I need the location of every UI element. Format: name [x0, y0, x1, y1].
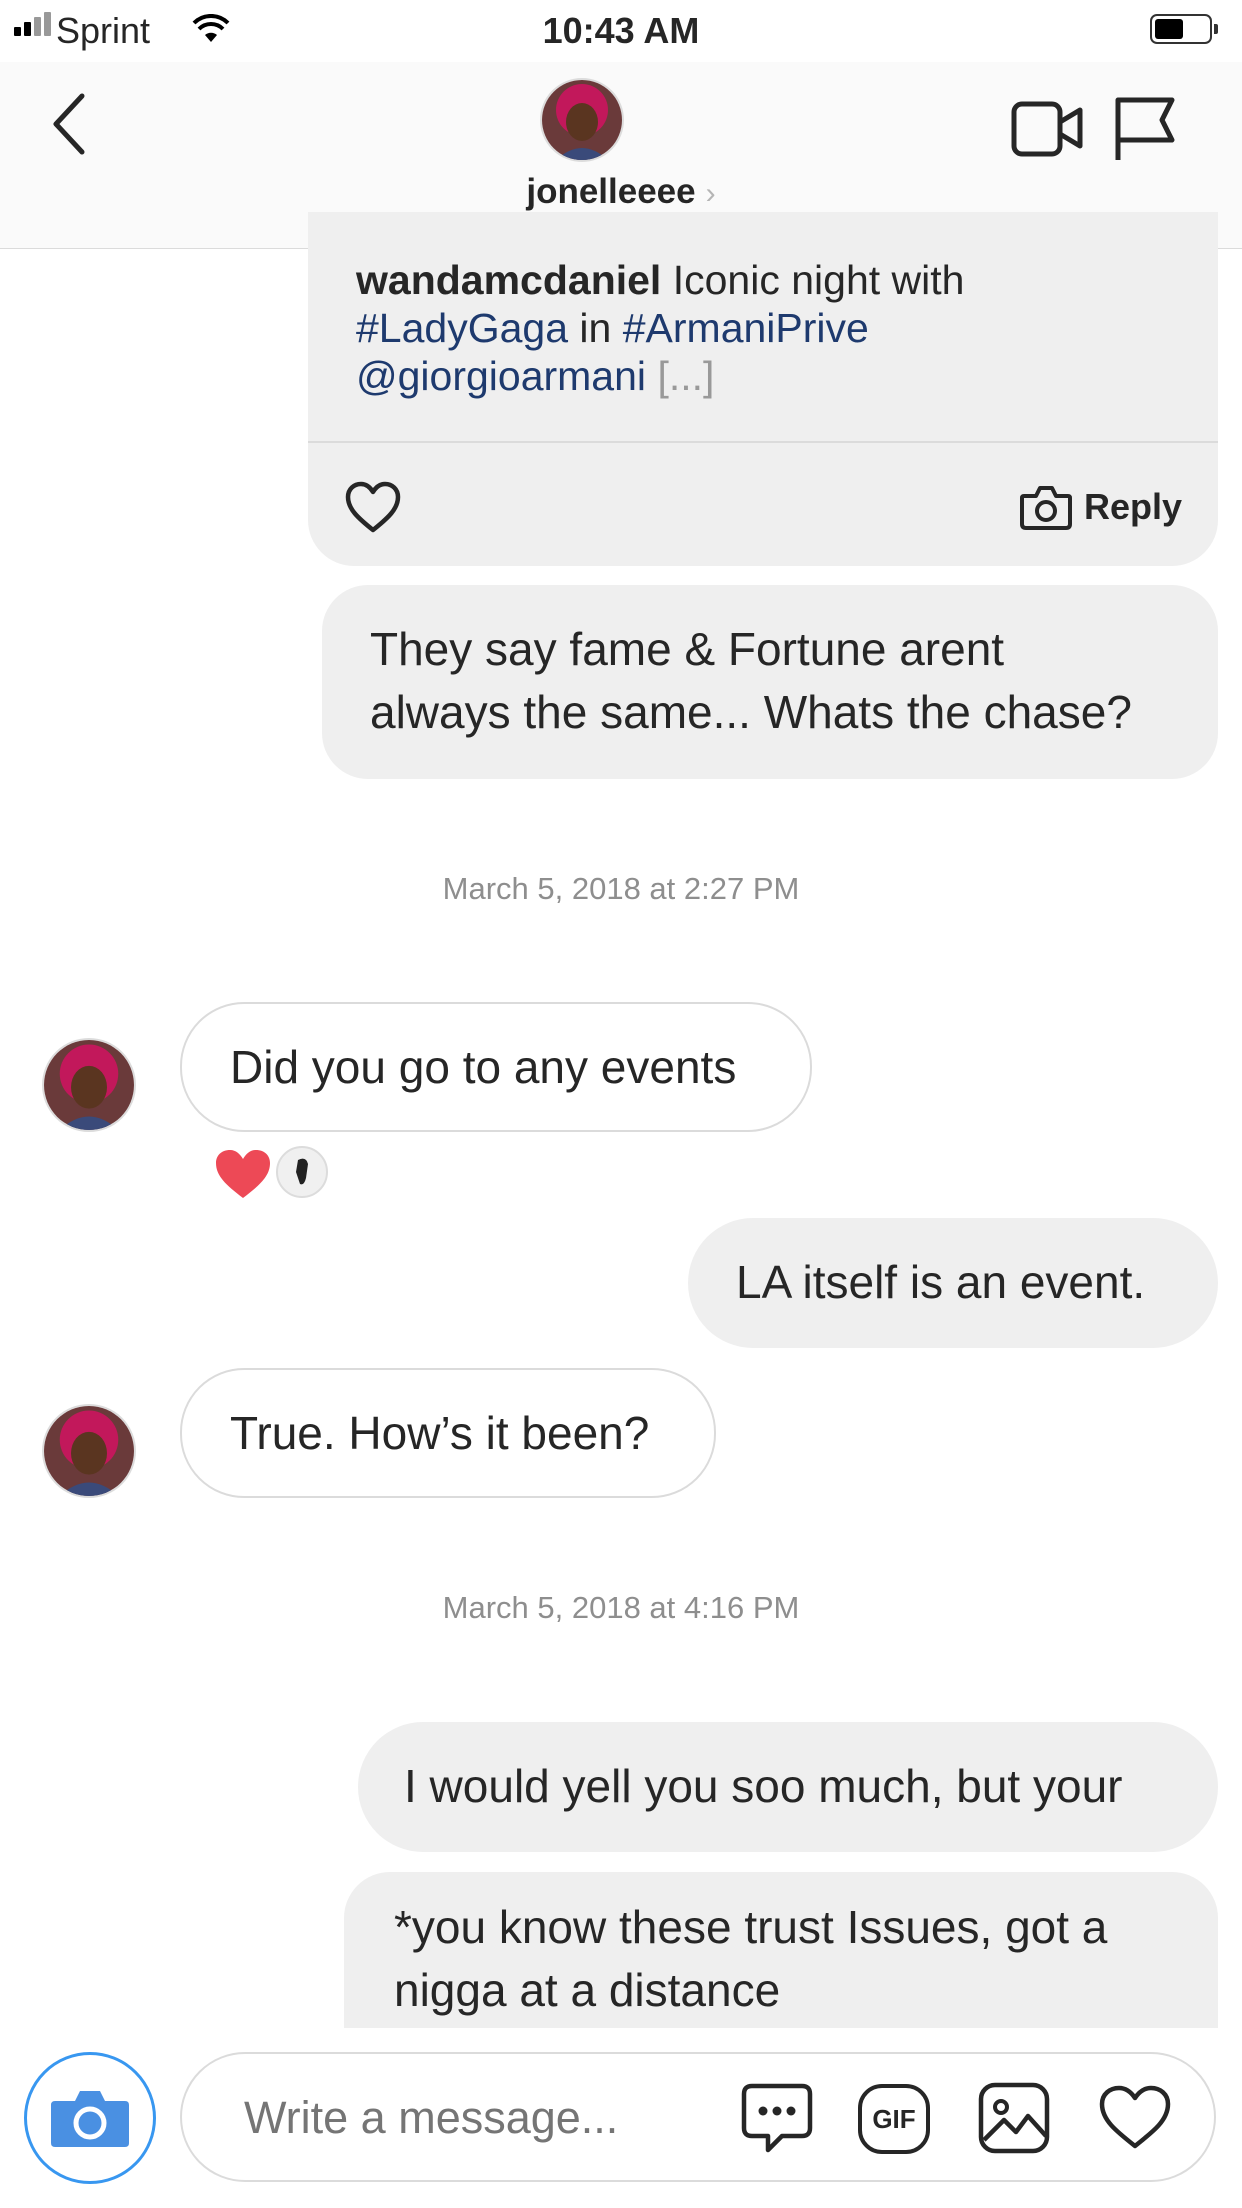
video-call-icon[interactable]: [1010, 98, 1086, 158]
header-avatar[interactable]: [540, 78, 624, 162]
timestamp: March 5, 2018 at 2:27 PM: [442, 871, 800, 906]
header-username[interactable]: jonelleeee ›: [0, 172, 1242, 212]
chevron-right-icon: ›: [705, 177, 716, 210]
gallery-icon[interactable]: [976, 2080, 1052, 2156]
camera-icon: [51, 2091, 129, 2147]
message-input[interactable]: [242, 2084, 646, 2152]
message-text: LA itself is an event.: [736, 1256, 1146, 1308]
reaction-heart-icon[interactable]: [214, 1148, 272, 1200]
message-text: I would yell you soo much, but your: [404, 1760, 1123, 1812]
shared-post-caption: wandamcdaniel Iconic night with #LadyGag…: [356, 257, 965, 399]
hashtag-ladygaga[interactable]: #LadyGaga: [356, 305, 568, 351]
sender-avatar[interactable]: [42, 1404, 136, 1498]
message-clip: *you know these trust Issues, got a nigga…: [340, 1872, 1220, 2028]
camera-button[interactable]: [24, 2052, 156, 2184]
chat-bubble-icon[interactable]: [738, 2080, 816, 2156]
message-text: Did you go to any events: [230, 1041, 737, 1093]
message-bubble-sent[interactable]: They say fame & Fortune arent always the …: [322, 585, 1218, 779]
heart-icon[interactable]: [1098, 2084, 1172, 2150]
message-bubble-sent[interactable]: LA itself is an event.: [688, 1218, 1218, 1348]
message-bubble-sent[interactable]: *you know these trust Issues, got a nigga…: [344, 1872, 1218, 2028]
hashtag-armaniprive[interactable]: #ArmaniPrive: [623, 305, 869, 351]
message-text: True. How’s it been?: [230, 1407, 650, 1459]
message-bubble-received[interactable]: True. How’s it been?: [180, 1368, 716, 1498]
timestamp: March 5, 2018 at 4:16 PM: [442, 1590, 800, 1625]
camera-icon: [1020, 486, 1072, 530]
reply-button[interactable]: Reply: [1018, 478, 1182, 536]
shared-post-card[interactable]: wandamcdaniel Iconic night with #LadyGag…: [308, 212, 1218, 566]
clock: 10:43 AM: [542, 10, 700, 51]
back-chevron-icon[interactable]: [50, 92, 90, 156]
gif-button[interactable]: GIF: [858, 2084, 930, 2154]
sender-avatar[interactable]: [42, 1038, 136, 1132]
flag-icon[interactable]: [1112, 94, 1178, 164]
message-bubble-received[interactable]: Did you go to any events: [180, 1002, 812, 1132]
message-composer[interactable]: GIF: [180, 2052, 1216, 2182]
message-bubble-sent[interactable]: I would yell you soo much, but your: [358, 1722, 1218, 1852]
reactor-avatar[interactable]: [276, 1146, 328, 1198]
message-text: They say fame & Fortune arent always the …: [370, 623, 1132, 738]
post-author[interactable]: wandamcdaniel: [356, 257, 661, 303]
status-bar: Sprint 10:43 AM: [0, 0, 1242, 62]
message-text: *you know these trust Issues, got a nigga…: [394, 1901, 1108, 2016]
mention-giorgioarmani[interactable]: @giorgioarmani: [356, 353, 646, 399]
divider: [308, 441, 1218, 443]
battery-icon: [1150, 14, 1220, 46]
like-heart-icon[interactable]: [344, 480, 402, 534]
